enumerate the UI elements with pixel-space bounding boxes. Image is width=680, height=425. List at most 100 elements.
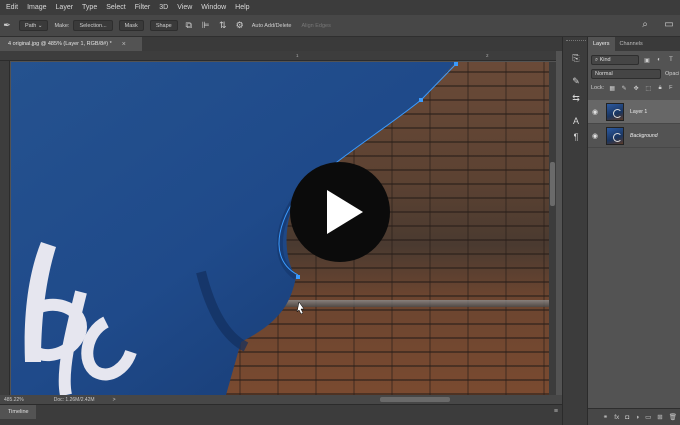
- photoshop-window: Edit Image Layer Type Select Filter 3D V…: [0, 0, 680, 425]
- menu-window[interactable]: Window: [201, 4, 226, 11]
- make-mask-button[interactable]: Mask: [118, 20, 144, 31]
- layers-panel-footer: ⚭ fx ◘ ◑ ▭ ⊞ 🗑︎: [588, 408, 680, 425]
- workspace-icon[interactable]: ▭: [664, 19, 674, 30]
- auto-add-delete-option[interactable]: Auto Add/Delete: [252, 23, 292, 29]
- path-anchor: [454, 62, 458, 66]
- opacity-label: Opaci: [665, 71, 680, 77]
- layer-name[interactable]: Background: [630, 133, 658, 139]
- align-edges-option[interactable]: Align Edges: [301, 23, 330, 29]
- link-layers-icon[interactable]: ⚭: [603, 413, 608, 421]
- make-selection-button[interactable]: Selection...: [73, 20, 113, 31]
- layer-style-fx-icon[interactable]: fx: [614, 414, 619, 421]
- ruler-tick-label: 1: [296, 53, 299, 58]
- adjustments-icon[interactable]: ⇆: [570, 92, 582, 104]
- timeline-tab[interactable]: Timeline: [0, 405, 36, 419]
- menu-edit[interactable]: Edit: [6, 4, 18, 11]
- document-canvas[interactable]: [11, 62, 556, 395]
- panel-menu-icon[interactable]: ≡: [554, 408, 558, 415]
- strip-grip[interactable]: [566, 40, 586, 44]
- path-mode-select[interactable]: Path ⌄: [19, 20, 49, 31]
- paragraph-icon[interactable]: ¶: [570, 131, 582, 143]
- pen-cursor-icon: [296, 301, 305, 315]
- path-operations-icon[interactable]: ⧉: [184, 20, 194, 31]
- visibility-eye-icon[interactable]: ◉: [588, 132, 602, 140]
- horizontal-ruler[interactable]: 1 2: [0, 51, 556, 61]
- panel-tabs: Layers Channels: [588, 37, 680, 51]
- make-shape-button[interactable]: Shape: [149, 20, 178, 31]
- layers-panel: Layers Channels ⌕ Kind ▣ ◐ T Normal Opac…: [588, 37, 680, 425]
- path-anchor: [296, 275, 300, 279]
- gear-icon[interactable]: ⚙: [235, 20, 245, 31]
- menu-type[interactable]: Type: [82, 4, 97, 11]
- document-tab[interactable]: 4 original.jpg @ 485% (Layer 1, RGB/8#) …: [0, 37, 142, 51]
- layer-thumbnail: [606, 102, 624, 121]
- ruler-tick-label: 2: [486, 53, 489, 58]
- filter-adjustment-icon[interactable]: ◐: [655, 56, 663, 64]
- video-play-button[interactable]: [290, 162, 390, 262]
- layer-row-background[interactable]: ◉ Background: [588, 124, 680, 148]
- menu-view[interactable]: View: [177, 4, 192, 11]
- character-icon[interactable]: A: [570, 115, 582, 127]
- close-tab-icon[interactable]: ×: [122, 41, 126, 48]
- document-tab-title: 4 original.jpg @ 485% (Layer 1, RGB/8#) …: [8, 41, 112, 47]
- menu-3d[interactable]: 3D: [159, 4, 168, 11]
- zoom-level[interactable]: 485.22%: [4, 397, 24, 403]
- filter-type-icon[interactable]: T: [667, 56, 675, 64]
- pen-tool-icon[interactable]: ✒: [2, 20, 12, 31]
- layer-thumbnail: [606, 126, 624, 145]
- layer-name[interactable]: Layer 1: [630, 109, 647, 115]
- tab-layers[interactable]: Layers: [588, 37, 615, 51]
- document-size-info: Doc: 1.26M/2.42M: [53, 396, 95, 403]
- layer-row-layer-1[interactable]: ◉ Layer 1: [588, 100, 680, 124]
- options-bar: ✒ Path ⌄ Make: Selection... Mask Shape ⧉…: [0, 15, 680, 37]
- menu-bar: Edit Image Layer Type Select Filter 3D V…: [0, 0, 680, 15]
- adjustment-layer-icon[interactable]: ◑: [635, 414, 639, 421]
- path-arrangement-icon[interactable]: ⇅: [218, 20, 228, 31]
- status-bar: 485.22% Doc: 1.26M/2.42M >: [0, 395, 562, 404]
- blend-mode-value: Normal: [595, 71, 613, 77]
- lock-all-icon[interactable]: 🔒︎: [656, 84, 664, 92]
- delete-layer-icon[interactable]: 🗑︎: [669, 413, 677, 421]
- horizontal-scroll-thumb[interactable]: [380, 397, 450, 402]
- path-alignment-icon[interactable]: ⊫: [201, 20, 211, 31]
- history-icon[interactable]: ⎘: [570, 52, 582, 64]
- group-folder-icon[interactable]: ▭: [645, 413, 651, 421]
- visibility-eye-icon[interactable]: ◉: [588, 108, 602, 116]
- blend-mode-select[interactable]: Normal: [591, 69, 661, 79]
- new-layer-icon[interactable]: ⊞: [657, 413, 662, 421]
- shirt-image: [11, 62, 458, 395]
- lock-row: Lock: ▦ ✎ ✥ ⬚ 🔒︎ F: [588, 84, 680, 92]
- lock-transparent-icon[interactable]: ▦: [608, 84, 616, 92]
- panel-icons-strip: ⎘ ✎ ⇆ A ¶: [562, 37, 588, 425]
- menu-layer[interactable]: Layer: [56, 4, 74, 11]
- menu-filter[interactable]: Filter: [135, 4, 151, 11]
- search-icon[interactable]: ⌕: [640, 19, 650, 30]
- make-label: Make:: [54, 22, 70, 29]
- filter-kind-value: Kind: [599, 57, 611, 63]
- vertical-scroll-thumb[interactable]: [550, 162, 555, 206]
- brush-settings-icon[interactable]: ✎: [570, 75, 582, 87]
- filter-pixel-icon[interactable]: ▣: [643, 56, 651, 64]
- lock-artboard-icon[interactable]: ⬚: [644, 84, 652, 92]
- lock-position-icon[interactable]: ✥: [632, 84, 640, 92]
- blend-mode-row: Normal Opaci: [588, 69, 680, 79]
- path-anchor: [419, 98, 423, 102]
- play-icon: [326, 190, 363, 234]
- vertical-ruler[interactable]: [0, 61, 10, 396]
- path-mode-value: Path: [25, 22, 37, 29]
- timeline-panel: Timeline ≡: [0, 404, 562, 425]
- menu-image[interactable]: Image: [27, 4, 46, 11]
- tab-channels[interactable]: Channels: [615, 37, 648, 51]
- lock-label: Lock:: [591, 85, 605, 91]
- menu-help[interactable]: Help: [235, 4, 249, 11]
- vertical-scrollbar[interactable]: [549, 62, 556, 395]
- document-tab-row: 4 original.jpg @ 485% (Layer 1, RGB/8#) …: [0, 37, 562, 51]
- lock-image-icon[interactable]: ✎: [620, 84, 628, 92]
- menu-select[interactable]: Select: [106, 4, 125, 11]
- add-mask-icon[interactable]: ◘: [625, 414, 629, 421]
- filter-kind-select[interactable]: ⌕ Kind: [591, 55, 639, 65]
- layer-filter-row: ⌕ Kind ▣ ◐ T: [588, 55, 680, 65]
- options-right-icons: ⌕ ▭: [626, 19, 674, 30]
- status-menu-arrow[interactable]: >: [113, 397, 116, 403]
- fill-label: F: [669, 85, 673, 91]
